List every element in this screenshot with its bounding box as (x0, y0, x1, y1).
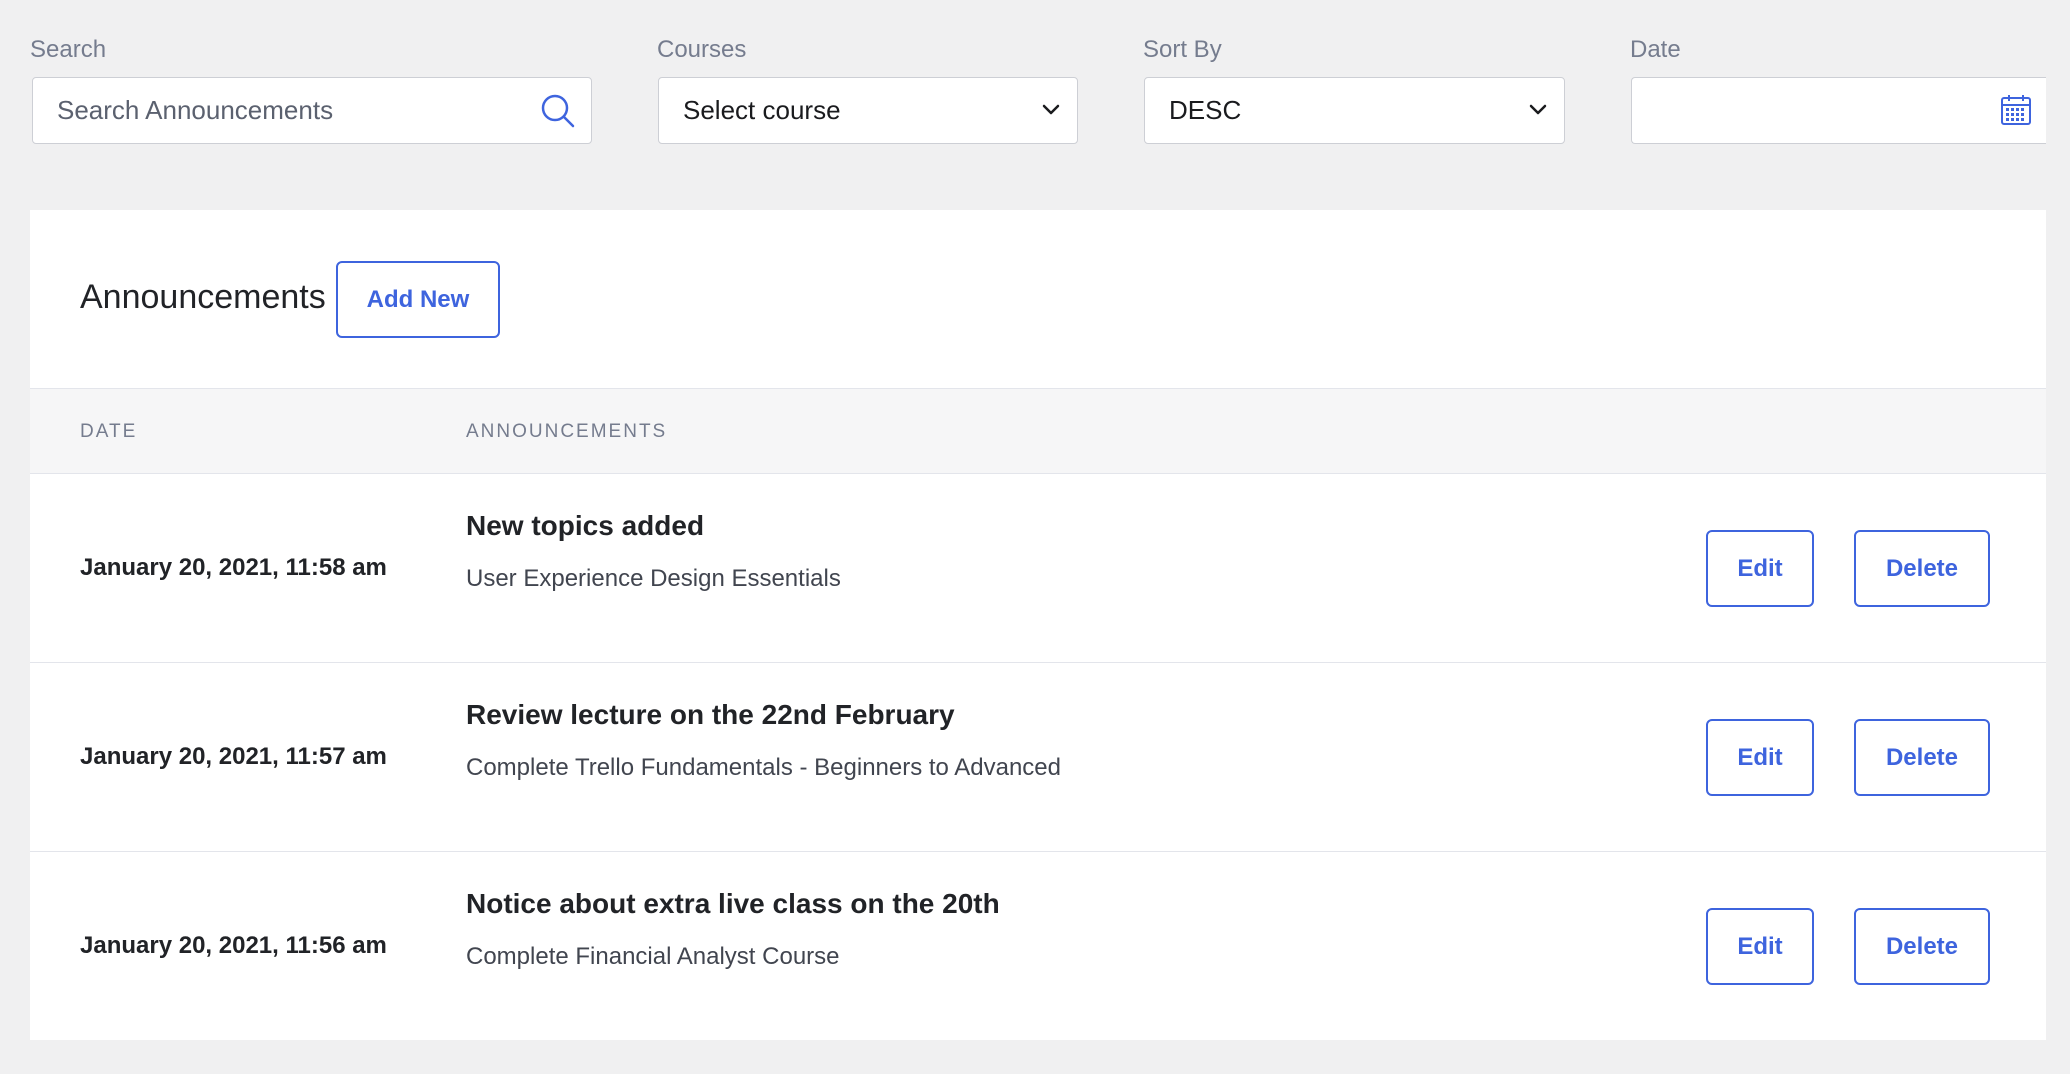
edit-button[interactable]: Edit (1706, 908, 1814, 985)
courses-select-value: Select course (683, 95, 841, 125)
announcement-date: January 20, 2021, 11:56 am (80, 932, 387, 959)
table-row: January 20, 2021, 11:56 am Notice about … (30, 852, 2046, 1041)
delete-button[interactable]: Delete (1854, 719, 1990, 796)
search-label: Search (30, 36, 107, 63)
announcement-course: Complete Financial Analyst Course (466, 943, 840, 970)
sort-label: Sort By (1143, 36, 1222, 63)
date-input[interactable] (1631, 77, 2046, 144)
delete-button[interactable]: Delete (1854, 530, 1990, 607)
column-header-announcements: ANNOUNCEMENTS (466, 421, 668, 442)
table-row: January 20, 2021, 11:58 am New topics ad… (30, 474, 2046, 663)
sort-select-value: DESC (1169, 95, 1242, 125)
date-label: Date (1630, 36, 1681, 63)
announcement-title: Review lecture on the 22nd February (466, 699, 955, 730)
announcements-panel: Announcements Add New DATE ANNOUNCEMENTS… (30, 210, 2046, 1040)
search-placeholder: Search Announcements (57, 95, 334, 125)
add-new-button[interactable]: Add New (336, 261, 500, 338)
announcement-course: User Experience Design Essentials (466, 565, 841, 592)
chevron-down-icon (1041, 102, 1061, 123)
table-header: DATE ANNOUNCEMENTS (30, 388, 2046, 474)
courses-label: Courses (657, 36, 747, 63)
filter-bar: Search Search Announcements Courses Sele… (0, 0, 2070, 210)
chevron-down-icon (1528, 102, 1548, 123)
page-title: Announcements (80, 278, 326, 316)
courses-select[interactable]: Select course (658, 77, 1078, 144)
calendar-icon[interactable] (2000, 94, 2032, 131)
announcement-title: Notice about extra live class on the 20t… (466, 888, 1000, 919)
delete-button[interactable]: Delete (1854, 908, 1990, 985)
search-input[interactable]: Search Announcements (32, 77, 592, 144)
announcement-date: January 20, 2021, 11:58 am (80, 554, 387, 581)
announcement-title: New topics added (466, 510, 705, 541)
search-icon[interactable] (539, 92, 577, 135)
announcement-date: January 20, 2021, 11:57 am (80, 743, 387, 770)
edit-button[interactable]: Edit (1706, 530, 1814, 607)
sort-select[interactable]: DESC (1144, 77, 1565, 144)
announcement-course: Complete Trello Fundamentals - Beginners… (466, 754, 1061, 781)
edit-button[interactable]: Edit (1706, 719, 1814, 796)
column-header-date: DATE (80, 421, 138, 442)
table-row: January 20, 2021, 11:57 am Review lectur… (30, 663, 2046, 852)
